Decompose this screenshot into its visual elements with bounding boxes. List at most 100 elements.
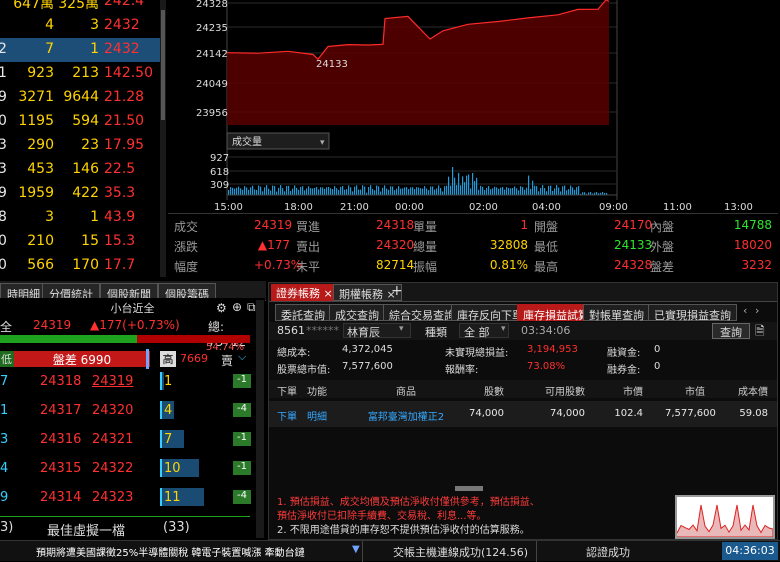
volume-bar — [474, 181, 476, 195]
quote-volume2: 15 — [81, 233, 99, 249]
close-icon[interactable]: × — [324, 287, 333, 300]
cancel-badge[interactable]: -4 — [233, 490, 251, 504]
quote-row[interactable]: 02101515.3 — [0, 230, 160, 254]
volume-bar — [374, 190, 376, 195]
stats-cell: 24319 — [254, 218, 293, 232]
volume-bar — [548, 185, 550, 195]
price-axis-label: 24328 — [196, 0, 228, 10]
stats-cell: 盤差 — [650, 260, 675, 274]
chevron-right-icon[interactable]: › — [755, 304, 759, 317]
volume-bar — [446, 185, 448, 195]
volume-bar — [300, 186, 302, 195]
cancel-badge[interactable]: -4 — [233, 403, 251, 417]
time-axis-label: 18:00 — [284, 202, 313, 213]
column-header: 市價 — [623, 387, 643, 398]
query-button[interactable]: 查詢 — [712, 323, 750, 339]
quote-row[interactable]: 83143.9 — [0, 206, 160, 230]
quote-row[interactable]: 647萬 325萬 242.4 — [0, 0, 160, 14]
quote-row[interactable]: 32902317.95 — [0, 134, 160, 158]
quote-row[interactable]: 0119559421.50 — [0, 110, 160, 134]
holding-cell[interactable]: 下單 — [277, 408, 307, 423]
quote-row[interactable]: 2712432 — [0, 38, 160, 62]
volume-bar — [234, 188, 236, 195]
volume-bar — [558, 187, 560, 195]
subtab[interactable]: 綜合交易查詢 — [383, 304, 461, 322]
volume-bar — [332, 189, 334, 195]
stats-row: 幅度 +0.73% 未平 82714 振幅 0.81% 最高 24328 盤差 3232 — [168, 255, 778, 275]
subtab[interactable]: 對帳單查詢 — [583, 304, 650, 322]
chevron-down-icon[interactable]: ▼ — [352, 544, 360, 555]
volume-bar — [254, 189, 256, 195]
volume-bar — [420, 188, 422, 195]
volume-bar — [560, 191, 562, 195]
volume-bar — [538, 191, 540, 195]
volume-bar — [252, 185, 254, 195]
popout-icon[interactable]: ⧉ — [247, 300, 256, 315]
chevron-left-icon[interactable]: ‹ — [743, 304, 747, 317]
scroll-thumb[interactable] — [161, 10, 165, 120]
hscroll-thumb[interactable] — [455, 486, 483, 491]
book-row[interactable]: 9 24314 24323 11 -4 — [0, 485, 255, 511]
quote-row[interactable]: 056617017.7 — [0, 254, 160, 277]
stats-cell: ▲177 — [257, 238, 290, 252]
quote-row[interactable]: 4 3 2432 — [0, 14, 160, 38]
bid-price: 24315 — [40, 461, 82, 476]
quote-price: 22.5 — [104, 161, 136, 177]
chevron-down-icon[interactable]: ▾ — [399, 324, 404, 334]
subtab[interactable]: 成交查詢 — [329, 304, 385, 322]
add-icon[interactable]: ⊕ — [232, 300, 242, 314]
chevron-down-icon[interactable]: ▾ — [501, 324, 506, 334]
quote-row[interactable]: 345314622.5 — [0, 158, 160, 182]
volume-bar — [546, 191, 548, 195]
gear-icon[interactable]: ⚙ — [216, 301, 227, 315]
quote-row[interactable]: 9195942235.3 — [0, 182, 160, 206]
volume-bar — [266, 185, 268, 195]
book-row[interactable]: 1 24317 24320 4 -4 — [0, 398, 255, 424]
volume-bar — [258, 185, 260, 195]
ask-size: 1 — [164, 374, 173, 389]
book-row[interactable]: 7 24318 24319 1 -1 — [0, 369, 255, 395]
mini-chart-thumbnail[interactable] — [675, 495, 775, 539]
add-tab-icon[interactable]: + — [391, 283, 403, 299]
tab-securities-account[interactable]: 證券帳務 × — [271, 284, 338, 301]
cancel-badge[interactable]: -1 — [233, 374, 251, 388]
cancel-badge[interactable]: -1 — [233, 461, 251, 475]
volume-bar — [346, 189, 348, 195]
stats-cell: 賣出 — [296, 240, 321, 254]
volume-bar — [578, 186, 580, 195]
volume-bar — [338, 189, 340, 195]
book-row[interactable]: 4 24315 24322 10 -1 — [0, 456, 255, 482]
volume-bar — [294, 185, 296, 195]
book-row[interactable]: 3 24316 24321 7 -1 — [0, 427, 255, 453]
quote-row[interactable]: 1923213142.50 — [0, 62, 160, 86]
chevron-down-icon[interactable]: ▾ — [320, 138, 325, 148]
volume-bar — [278, 187, 280, 195]
price-axis-label: 23956 — [196, 108, 228, 119]
volume-bar — [524, 189, 526, 195]
quote-list[interactable]: 647萬325萬242.443243227124321923213142.509… — [0, 0, 165, 277]
kind-label: 種類 — [425, 326, 447, 339]
subtab[interactable]: 已實現損益查詢 — [648, 304, 737, 322]
volume-bar — [528, 175, 530, 195]
sell-label: 賣 — [221, 354, 234, 368]
book-scrollbar[interactable] — [256, 300, 264, 538]
quote-list-scrollbar[interactable] — [160, 0, 166, 277]
subtab[interactable]: 委託查詢 — [275, 304, 331, 322]
volume-bar — [430, 186, 432, 195]
volume-bar — [350, 187, 352, 195]
news-ticker[interactable]: 預期將遭美國課徵25%半導體關稅 韓電子裝置喊漲 牽動台鏈 — [36, 544, 305, 559]
volume-bar — [432, 186, 434, 195]
summary-label: 未實現總損益: — [445, 348, 509, 359]
ask-price: 24323 — [92, 490, 134, 505]
volume-bar — [554, 188, 556, 195]
bid-price: 24317 — [40, 403, 82, 418]
holding-cell[interactable]: 明細 — [307, 408, 337, 423]
chevron-down-icon[interactable]: ⌵ — [238, 350, 246, 364]
export-icon[interactable]: 🗎 — [755, 322, 765, 343]
query-time: 03:34:06 — [521, 324, 571, 337]
volume-bar — [386, 188, 388, 195]
cancel-badge[interactable]: -1 — [233, 432, 251, 446]
volume-bar — [490, 189, 492, 195]
price-axis-label: 24235 — [196, 23, 228, 34]
quote-row[interactable]: 93271964421.28 — [0, 86, 160, 110]
